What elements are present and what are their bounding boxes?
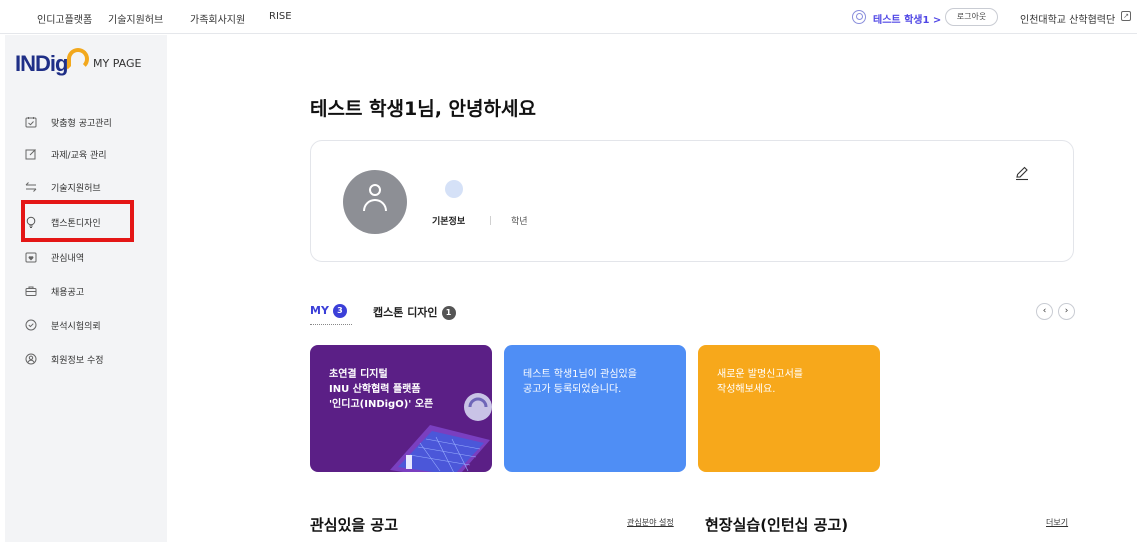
tab-count-badge: 3 bbox=[332, 304, 347, 318]
grade-label: 학년 bbox=[511, 217, 528, 227]
banner-card-indigo[interactable]: 초연결 디지털 INU 산학협력 플랫폼 '인디고(INDigO)' 오픈 bbox=[310, 345, 492, 472]
basic-info-label: 기본정보 bbox=[432, 217, 466, 227]
top-nav-indigo[interactable]: 인디고플랫폼 bbox=[37, 11, 92, 26]
user-icon bbox=[852, 10, 866, 24]
section-title-internship: 현장실습(인턴십 공고) bbox=[705, 516, 849, 534]
sidebar-item-analysis-test[interactable]: 분석시험의뢰 bbox=[25, 316, 153, 334]
top-bar: 인디고플랫폼 기술지원허브 가족회사지원 RISE 테스트 학생1 > 로그아웃… bbox=[0, 0, 1137, 34]
sidebar-item-label: 과제/교육 관리 bbox=[51, 151, 107, 161]
prev-arrow-button[interactable]: ‹ bbox=[1036, 303, 1053, 320]
swap-arrows-icon bbox=[25, 181, 37, 192]
tab-count-badge: 1 bbox=[441, 306, 456, 320]
shield-check-icon bbox=[25, 319, 37, 331]
banner-card-text: 초연결 디지털 INU 산학협력 플랫폼 '인디고(INDigO)' 오픈 bbox=[329, 369, 434, 410]
avatar-head-icon bbox=[369, 184, 381, 196]
invention-card-text: 새로운 발명신고서를 작성해보세요. bbox=[717, 369, 803, 395]
divider bbox=[490, 216, 491, 225]
invention-card[interactable]: 새로운 발명신고서를 작성해보세요. bbox=[698, 345, 880, 472]
logo-text: INDig bbox=[15, 51, 68, 76]
page-title: 테스트 학생1님, 안녕하세요 bbox=[310, 98, 536, 120]
logo-mark-icon bbox=[67, 48, 89, 70]
sidebar-item-label: 분석시험의뢰 bbox=[51, 322, 101, 332]
sidebar-item-project-education[interactable]: 과제/교육 관리 bbox=[25, 145, 153, 163]
calendar-check-icon bbox=[25, 116, 37, 128]
sidebar-item-label: 회원정보 수정 bbox=[51, 356, 104, 366]
tab-label: 캡스톤 디자인 bbox=[373, 306, 438, 319]
edit-square-icon bbox=[25, 148, 37, 160]
tab-active-indicator bbox=[310, 324, 352, 325]
notice-card-interest[interactable]: 테스트 학생1님이 관심있을 공고가 등록되었습니다. bbox=[504, 345, 686, 472]
user-circle-icon bbox=[25, 353, 37, 365]
sidebar-item-job-postings[interactable]: 채용공고 bbox=[25, 282, 153, 300]
external-link-icon[interactable]: ↗ bbox=[1121, 11, 1131, 21]
org-link[interactable]: 인천대학교 산학협력단 bbox=[1020, 11, 1115, 26]
avatar bbox=[343, 170, 407, 234]
briefcase-icon bbox=[25, 285, 37, 296]
tab-my[interactable]: MY 3 bbox=[310, 304, 347, 318]
next-arrow-button[interactable]: › bbox=[1058, 303, 1075, 320]
user-name-link[interactable]: 테스트 학생1 > bbox=[873, 11, 941, 26]
top-nav-rise[interactable]: RISE bbox=[269, 11, 292, 22]
sidebar: INDig MY PAGE 맞춤형 공고관리 과제/교육 관리 기술지원허브 캡… bbox=[5, 35, 167, 542]
notice-card-text: 테스트 학생1님이 관심있을 공고가 등록되었습니다. bbox=[523, 369, 637, 395]
sidebar-item-label: 관심내역 bbox=[51, 254, 85, 264]
top-nav-tech-hub[interactable]: 기술지원허브 bbox=[108, 11, 163, 26]
interest-setting-link[interactable]: 관심분야 설정 bbox=[627, 517, 674, 528]
section-title-interest-notices: 관심있을 공고 bbox=[310, 516, 399, 534]
sidebar-item-label: 기술지원허브 bbox=[51, 184, 101, 194]
sidebar-item-label: 채용공고 bbox=[51, 288, 85, 298]
active-menu-highlight bbox=[21, 200, 134, 242]
more-link[interactable]: 더보기 bbox=[1046, 517, 1068, 528]
sidebar-item-interests[interactable]: 관심내역 bbox=[25, 248, 153, 266]
calendar-heart-icon bbox=[25, 251, 37, 263]
edit-pencil-icon[interactable] bbox=[1014, 165, 1030, 181]
tab-label: MY bbox=[310, 304, 329, 317]
profile-card: 기본정보 학년 bbox=[310, 140, 1074, 262]
logout-button[interactable]: 로그아웃 bbox=[945, 8, 998, 26]
sidebar-item-edit-profile[interactable]: 회원정보 수정 bbox=[25, 350, 153, 368]
avatar-body-icon bbox=[363, 199, 387, 211]
profile-badge-dot bbox=[445, 180, 463, 198]
sidebar-item-tech-hub[interactable]: 기술지원허브 bbox=[25, 178, 153, 196]
sidebar-item-label: 맞춤형 공고관리 bbox=[51, 119, 112, 129]
top-nav-family-company[interactable]: 가족회사지원 bbox=[190, 11, 245, 26]
tab-capstone-design[interactable]: 캡스톤 디자인 1 bbox=[373, 304, 456, 320]
sidebar-item-custom-notices[interactable]: 맞춤형 공고관리 bbox=[25, 113, 153, 131]
mypage-label: MY PAGE bbox=[93, 57, 142, 70]
